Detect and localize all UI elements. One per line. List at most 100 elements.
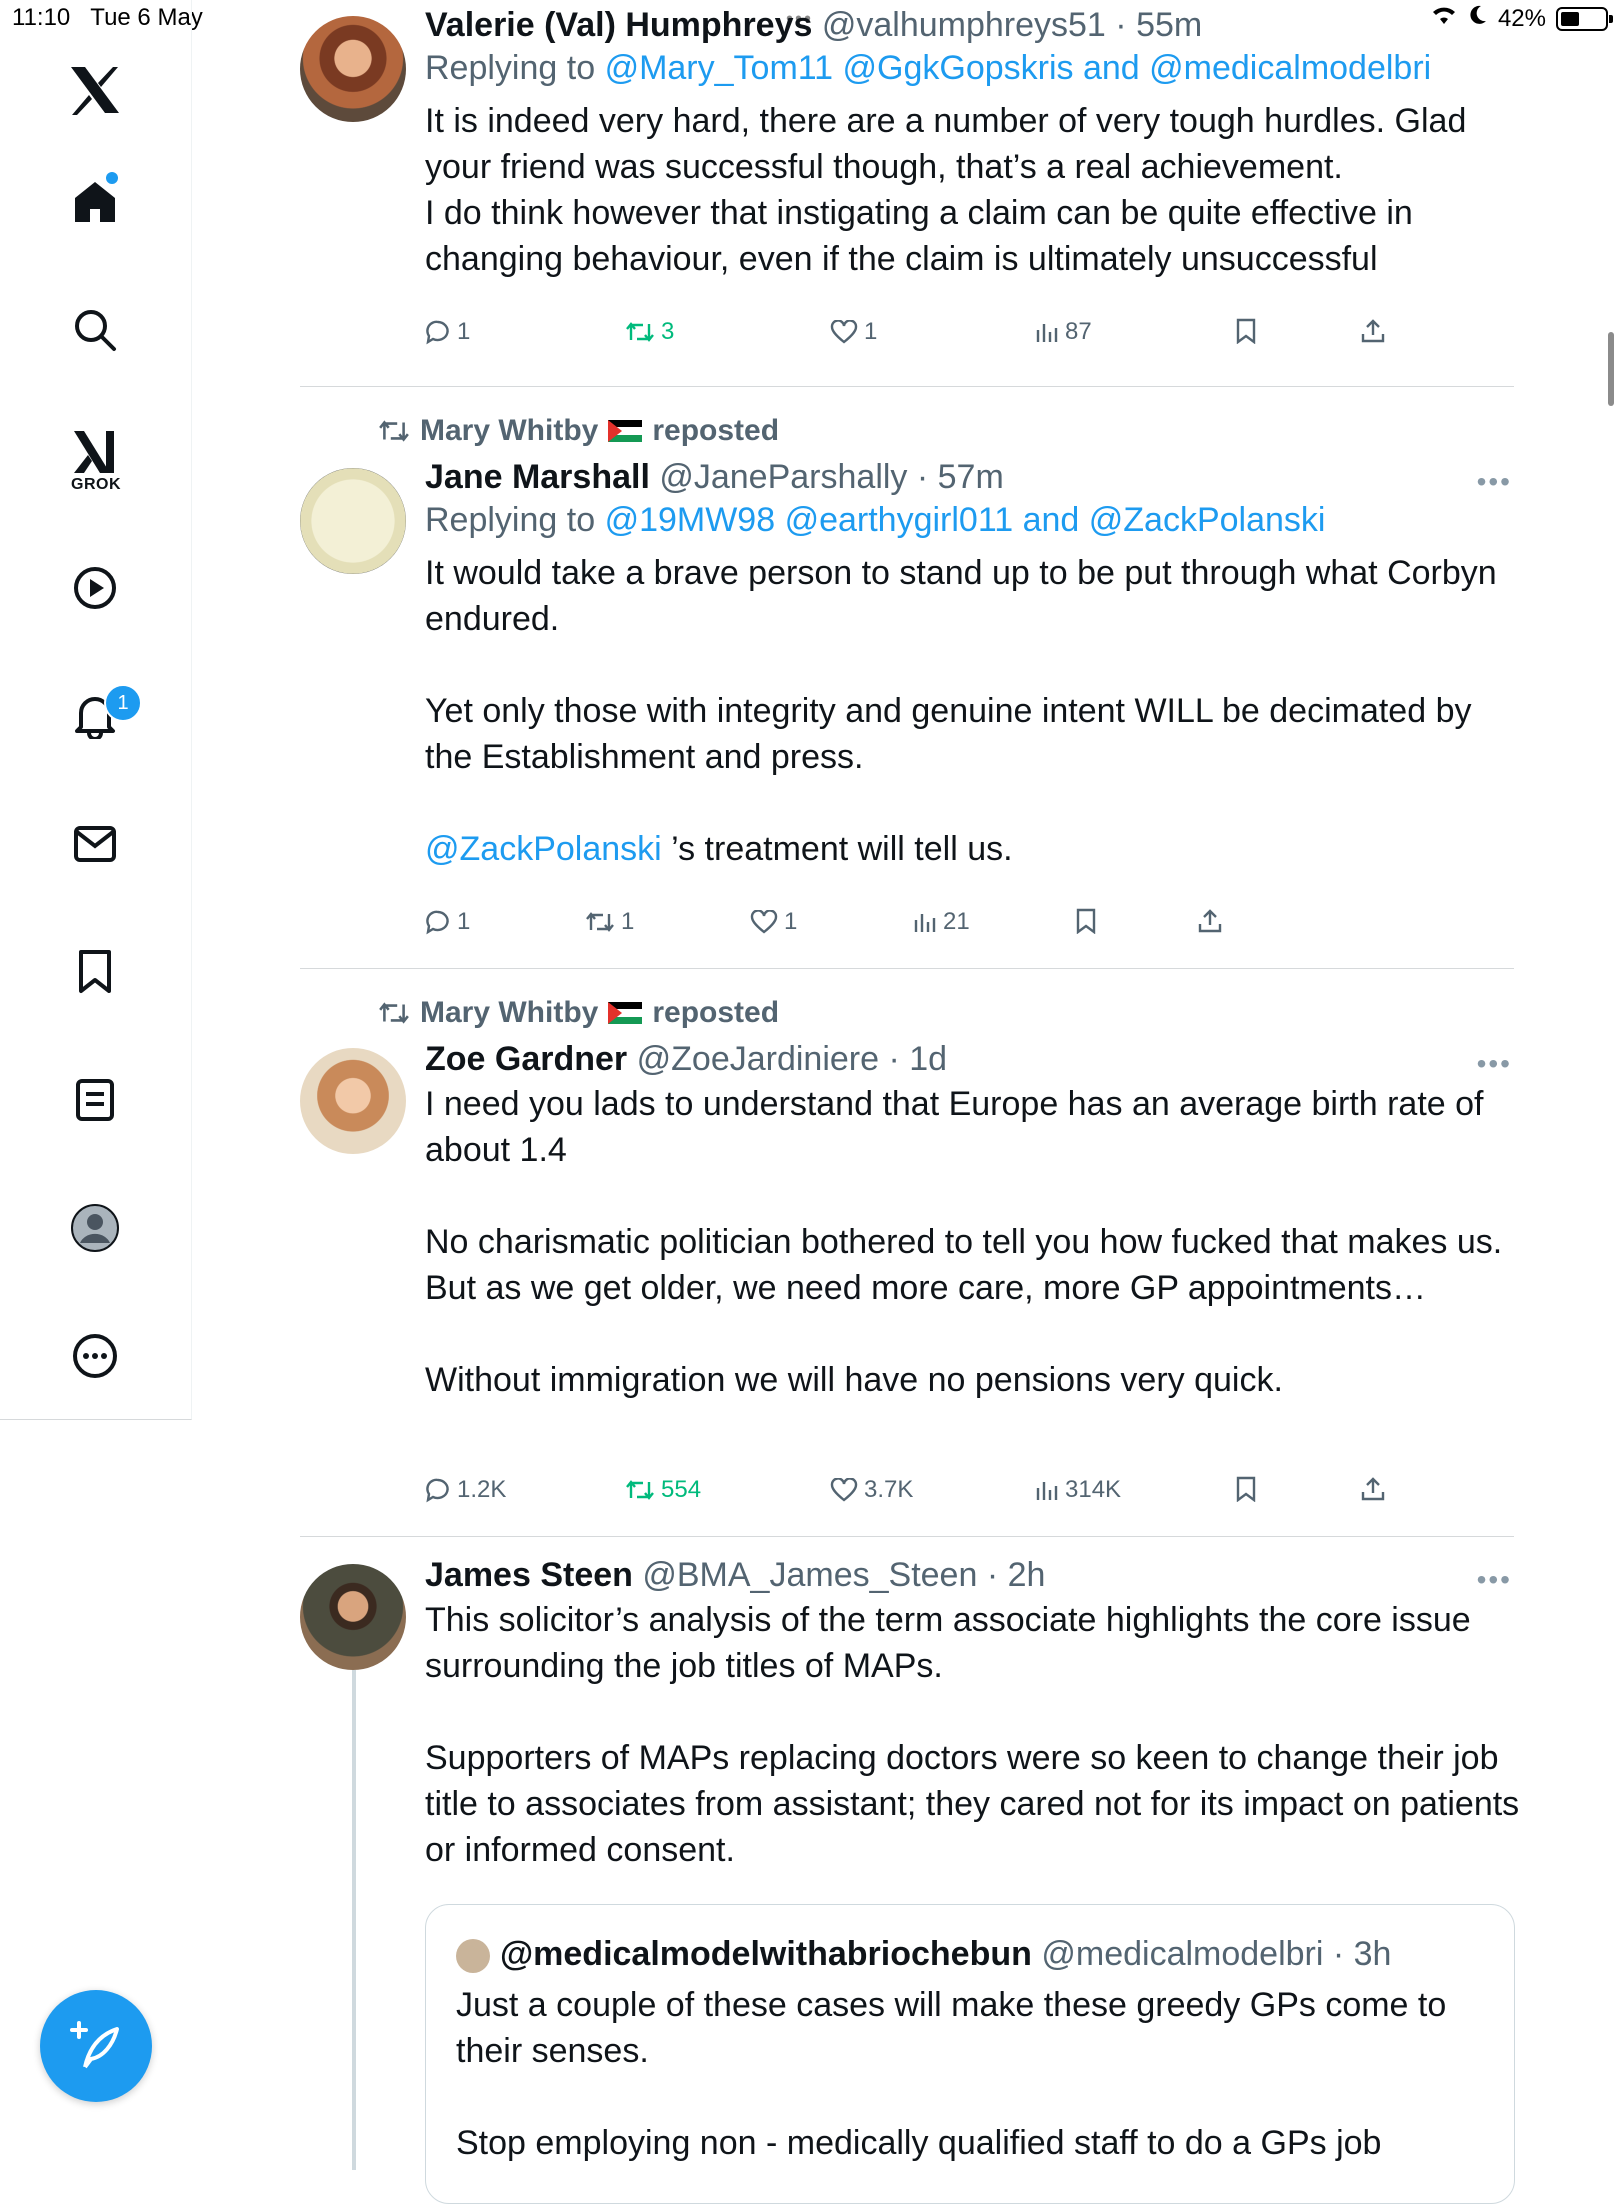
home-unread-dot <box>106 172 118 184</box>
tweet-time[interactable]: 57m <box>938 458 1004 496</box>
repost-button[interactable]: 554 <box>625 1476 701 1504</box>
views-chart-icon <box>914 914 936 932</box>
author-name[interactable]: Valerie (Val) Humphreys <box>425 6 812 44</box>
notification-count-badge: 1 <box>104 684 142 722</box>
lists-document-icon[interactable] <box>63 1068 127 1132</box>
avatar[interactable] <box>300 16 406 122</box>
compose-post-button[interactable] <box>40 1990 152 2102</box>
reply-button[interactable]: 1 <box>425 908 470 936</box>
repost-icon <box>379 420 409 442</box>
view-count: 21 <box>943 908 970 935</box>
tweet-text: I need you lads to understand that Europ… <box>425 1085 1503 1399</box>
reposter-name[interactable]: Mary Whitby <box>420 414 598 448</box>
author-handle[interactable]: @JaneParshally <box>659 458 907 496</box>
tweet-4[interactable]: James Steen @BMA_James_Steen · 2h This s… <box>425 1556 1525 1873</box>
body-mention[interactable]: @ZackPolanski <box>425 830 662 868</box>
bookmark-button[interactable] <box>1235 318 1257 344</box>
share-button[interactable] <box>1360 318 1386 344</box>
share-button[interactable] <box>1197 908 1223 934</box>
bookmark-icon <box>1236 318 1256 344</box>
tweet-3[interactable]: Zoe Gardner @ZoeJardiniere · 1d I need y… <box>425 1040 1525 1403</box>
repost-button[interactable]: 3 <box>625 318 674 346</box>
grok-icon[interactable] <box>63 420 127 484</box>
sidebar-nav: GROK 1 <box>0 0 192 1420</box>
divider <box>300 386 1514 387</box>
repost-button[interactable]: 1 <box>585 908 634 936</box>
more-options-circle-icon[interactable] <box>63 1324 127 1388</box>
replying-to: Replying to @19MW98 @earthygirl011 and @… <box>425 501 1525 540</box>
reply-icon <box>426 910 449 935</box>
replying-to: Replying to @Mary_Tom11 @GgkGopskris and… <box>425 49 1525 88</box>
tweet-time[interactable]: 1d <box>909 1040 947 1078</box>
views-chart-icon <box>1036 324 1058 342</box>
like-button[interactable]: 3.7K <box>830 1476 913 1504</box>
tweet-header: Jane Marshall @JaneParshally · 57m <box>425 458 1004 496</box>
replying-to-label: Replying to <box>425 501 596 539</box>
reply-mentions[interactable]: @19MW98 @earthygirl011 and @ZackPolanski <box>605 501 1326 539</box>
video-play-icon[interactable] <box>63 556 127 620</box>
reply-button[interactable]: 1.2K <box>425 1476 506 1504</box>
repost-count: 554 <box>661 1476 702 1503</box>
tweet-2[interactable]: Jane Marshall @JaneParshally · 57m Reply… <box>425 458 1525 872</box>
tweet-time[interactable]: 55m <box>1136 6 1202 44</box>
reply-count: 1 <box>457 908 471 935</box>
avatar[interactable] <box>300 1564 406 1670</box>
repost-attribution: Mary Whitby reposted <box>378 996 779 1030</box>
profile-avatar-icon[interactable] <box>63 1196 127 1260</box>
like-count: 1 <box>784 908 798 935</box>
like-button[interactable]: 1 <box>750 908 797 936</box>
tweet-header: Valerie (Val) Humphreys @valhumphreys51 … <box>425 6 1203 44</box>
messages-envelope-icon[interactable] <box>63 812 127 876</box>
tweet-actions: 1 3 1 87 <box>425 318 1525 358</box>
avatar[interactable] <box>300 1048 406 1154</box>
thread-connector-line <box>352 1670 356 2170</box>
reposted-label: reposted <box>652 996 780 1029</box>
reply-button[interactable]: 1 <box>425 318 470 346</box>
tweet-text-main: It would take a brave person to stand up… <box>425 554 1497 776</box>
like-button[interactable]: 1 <box>830 318 877 346</box>
tweet-text-tail: ’s treatment will tell us. <box>661 830 1013 868</box>
quoted-tweet: @medicalmodelwithabriochebun @medicalmod… <box>456 1935 1486 2166</box>
tweet-text: It would take a brave person to stand up… <box>425 550 1525 872</box>
bookmark-button[interactable] <box>1075 908 1097 934</box>
bookmark-button[interactable] <box>1235 1476 1257 1502</box>
palestine-flag-icon <box>608 1002 643 1024</box>
author-name[interactable]: James Steen <box>425 1556 633 1594</box>
tweet-1[interactable]: Valerie (Val) Humphreys @valhumphreys51 … <box>425 6 1525 282</box>
reply-icon <box>426 1478 449 1503</box>
like-count: 1 <box>864 318 878 345</box>
tweet-time[interactable]: 2h <box>1008 1556 1046 1594</box>
author-name[interactable]: Zoe Gardner <box>425 1040 627 1078</box>
divider <box>300 1536 1514 1537</box>
view-count: 87 <box>1065 318 1092 345</box>
scrollbar-thumb[interactable] <box>1608 332 1614 406</box>
compose-feather-icon <box>70 2021 119 2069</box>
views-button[interactable]: 314K <box>1035 1476 1121 1504</box>
author-handle[interactable]: @valhumphreys51 <box>822 6 1106 44</box>
reposter-name[interactable]: Mary Whitby <box>420 996 598 1030</box>
reply-mentions[interactable]: @Mary_Tom11 @GgkGopskris and @medicalmod… <box>605 49 1432 87</box>
quoted-tweet-card[interactable]: @medicalmodelwithabriochebun @medicalmod… <box>425 1904 1515 2204</box>
heart-icon <box>830 320 858 344</box>
bookmarks-icon[interactable] <box>63 940 127 1004</box>
replying-to-label: Replying to <box>425 49 596 87</box>
palestine-flag-icon <box>608 420 643 442</box>
author-name[interactable]: Jane Marshall <box>425 458 650 496</box>
share-icon <box>1198 909 1222 933</box>
reply-count: 1 <box>457 318 471 345</box>
author-handle[interactable]: @BMA_James_Steen <box>642 1556 977 1594</box>
tweet-header: James Steen @BMA_James_Steen · 2h <box>425 1556 1046 1594</box>
repost-icon <box>626 322 654 342</box>
views-chart-icon <box>1036 1482 1058 1500</box>
heart-icon <box>750 910 778 934</box>
quoted-author-handle[interactable]: @medicalmodelbri <box>1041 1935 1323 1973</box>
quoted-author-name[interactable]: @medicalmodelwithabriochebun <box>500 1935 1032 1973</box>
views-button[interactable]: 21 <box>913 908 970 936</box>
share-button[interactable] <box>1360 1476 1386 1502</box>
author-handle[interactable]: @ZoeJardiniere <box>637 1040 879 1078</box>
x-logo-icon[interactable] <box>63 58 127 122</box>
avatar[interactable] <box>300 468 406 574</box>
tweet-text: It is indeed very hard, there are a numb… <box>425 102 1467 278</box>
search-icon[interactable] <box>63 298 127 362</box>
views-button[interactable]: 87 <box>1035 318 1092 346</box>
